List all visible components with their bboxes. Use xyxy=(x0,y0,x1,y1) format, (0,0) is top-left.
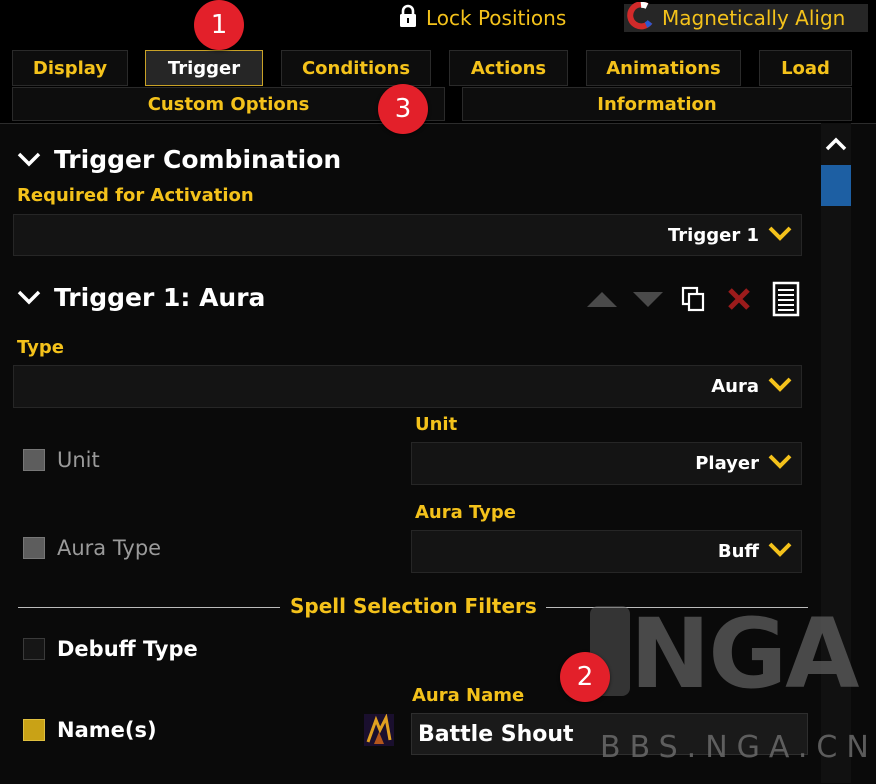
chevron-down-icon xyxy=(767,452,793,475)
unit-checkbox[interactable] xyxy=(23,449,45,471)
required-for-activation-dropdown[interactable]: Trigger 1 xyxy=(13,214,802,256)
tab-animations[interactable]: Animations xyxy=(586,50,741,86)
tab-load-label: Load xyxy=(781,57,830,79)
tab-information-label: Information xyxy=(597,93,717,115)
aura-type-checkbox-row[interactable]: Aura Type xyxy=(23,536,161,560)
chevron-down-icon xyxy=(767,375,793,398)
tab-information[interactable]: Information xyxy=(462,87,852,121)
unit-label: Unit xyxy=(415,414,458,435)
chevron-down-icon xyxy=(767,224,793,247)
watermark-logo-text: NGA xyxy=(630,598,859,710)
tab-animations-label: Animations xyxy=(606,57,721,79)
tab-display-label: Display xyxy=(32,57,108,79)
debuff-type-checkbox-row[interactable]: Debuff Type xyxy=(23,637,198,661)
trigger-1-title: Trigger 1: Aura xyxy=(54,283,266,312)
scroll-up-button[interactable] xyxy=(822,134,850,158)
arrow-up-icon xyxy=(585,289,619,313)
magnetically-align-label: Magnetically Align xyxy=(662,6,846,30)
trigger-1-header[interactable]: Trigger 1: Aura xyxy=(16,283,265,312)
scrollbar-thumb[interactable] xyxy=(821,165,851,206)
type-value: Aura xyxy=(711,376,759,397)
chevron-up-icon xyxy=(824,136,848,156)
unit-checkbox-row[interactable]: Unit xyxy=(23,448,100,472)
tab-actions[interactable]: Actions xyxy=(449,50,568,86)
aura-type-value: Buff xyxy=(717,541,759,562)
move-trigger-up-button[interactable] xyxy=(584,288,620,314)
names-label: Name(s) xyxy=(57,718,157,742)
watermark-site-text: BBS.NGA.CN xyxy=(600,730,876,765)
tab-conditions-label: Conditions xyxy=(301,57,411,79)
arrow-down-icon xyxy=(631,289,665,313)
spell-icon xyxy=(364,714,394,746)
document-icon xyxy=(772,281,800,321)
required-for-activation-label: Required for Activation xyxy=(17,185,254,206)
tab-conditions[interactable]: Conditions xyxy=(281,50,431,86)
tab-display[interactable]: Display xyxy=(12,50,128,86)
spell-selection-filters-heading: Spell Selection Filters xyxy=(290,594,537,618)
tab-actions-label: Actions xyxy=(470,57,547,79)
aura-type-label: Aura Type xyxy=(415,502,517,523)
aura-type-checkbox[interactable] xyxy=(23,537,45,559)
tab-custom-options-label: Custom Options xyxy=(147,93,310,115)
chevron-down-icon xyxy=(16,145,42,174)
unit-check-label: Unit xyxy=(57,448,100,472)
aura-type-dropdown[interactable]: Buff xyxy=(411,530,802,573)
unit-dropdown[interactable]: Player xyxy=(411,442,802,485)
duplicate-trigger-button[interactable] xyxy=(678,285,708,317)
trigger-text-editor-button[interactable] xyxy=(770,281,802,321)
unit-value: Player xyxy=(695,453,759,474)
lock-positions-label: Lock Positions xyxy=(426,6,567,30)
type-label: Type xyxy=(17,337,64,358)
move-trigger-down-button[interactable] xyxy=(630,288,666,314)
lock-icon xyxy=(398,4,418,33)
annotation-badge-1: 1 xyxy=(194,0,244,50)
duplicate-icon xyxy=(680,285,706,317)
aura-type-check-label: Aura Type xyxy=(57,536,162,560)
chevron-down-icon xyxy=(767,540,793,563)
delete-trigger-button[interactable] xyxy=(724,285,754,317)
magnet-icon xyxy=(626,0,656,35)
trigger-combination-title: Trigger Combination xyxy=(54,145,342,174)
annotation-badge-3: 3 xyxy=(378,84,428,134)
debuff-type-label: Debuff Type xyxy=(57,637,198,661)
names-checkbox[interactable] xyxy=(23,719,45,741)
tab-trigger[interactable]: Trigger xyxy=(145,50,263,86)
tab-trigger-label: Trigger xyxy=(167,57,241,79)
magnetically-align-button[interactable]: Magnetically Align xyxy=(624,0,868,35)
lock-positions-button[interactable]: Lock Positions xyxy=(398,4,566,32)
annotation-badge-2: 2 xyxy=(560,652,610,702)
required-for-activation-value: Trigger 1 xyxy=(668,224,759,246)
tab-load[interactable]: Load xyxy=(759,50,852,86)
names-checkbox-row[interactable]: Name(s) xyxy=(23,718,157,742)
divider-left xyxy=(18,607,280,608)
debuff-type-checkbox[interactable] xyxy=(23,638,45,660)
close-icon xyxy=(726,286,752,316)
type-dropdown[interactable]: Aura xyxy=(13,365,802,408)
chevron-down-icon xyxy=(16,283,42,312)
aura-name-label: Aura Name xyxy=(412,685,525,706)
trigger-combination-header[interactable]: Trigger Combination xyxy=(16,145,341,174)
